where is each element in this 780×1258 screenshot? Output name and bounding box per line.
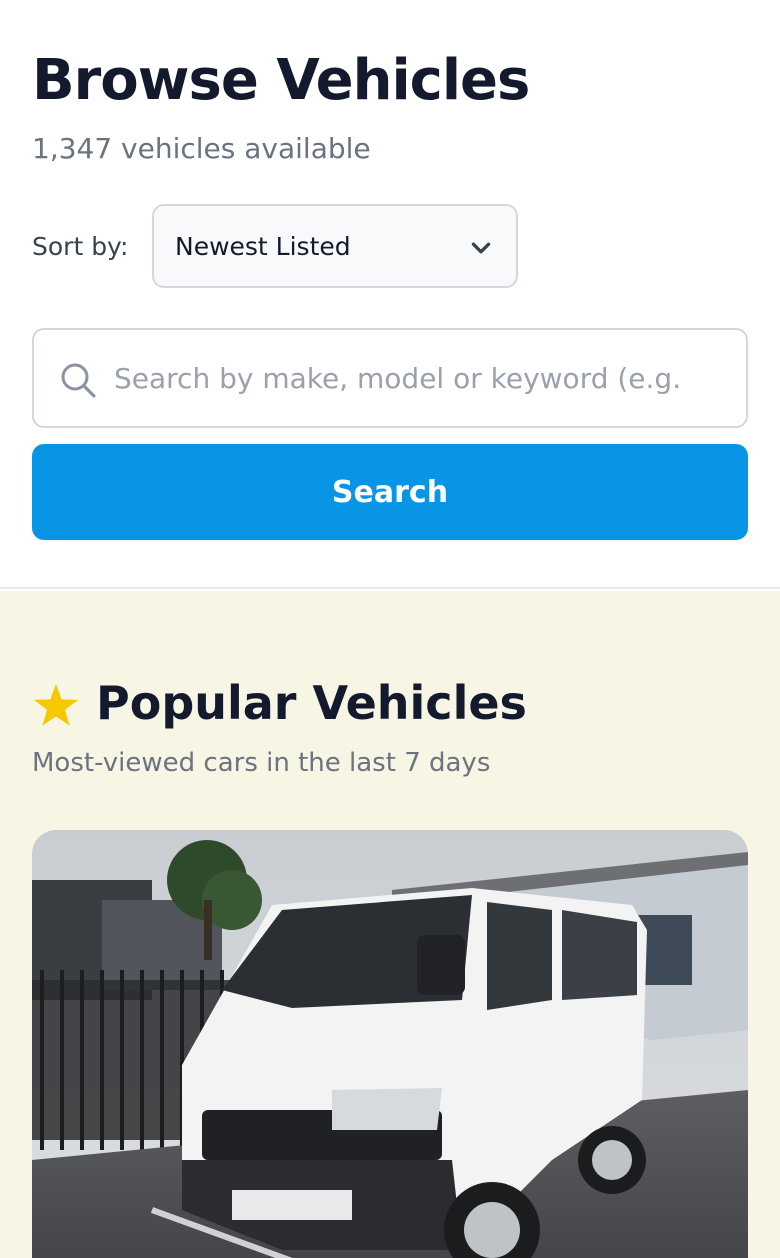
star-icon [34,684,78,726]
sort-select[interactable]: Newest Listed [152,204,518,288]
sort-selected-value: Newest Listed [175,231,351,261]
popular-vehicles-section: Popular Vehicles Most-viewed cars in the… [0,591,780,1258]
page-title: Browse Vehicles [32,48,530,113]
popular-subtitle: Most-viewed cars in the last 7 days [32,748,491,778]
chevron-down-icon [471,242,491,254]
popular-title: Popular Vehicles [96,676,527,730]
white-van-photo [32,830,748,1258]
search-box [32,328,748,428]
search-input[interactable] [114,332,734,424]
vehicle-card[interactable] [32,830,748,1258]
sort-label: Sort by: [32,232,129,261]
browse-header-section: Browse Vehicles 1,347 vehicles available… [0,0,780,589]
vehicle-count: 1,347 vehicles available [32,132,371,165]
search-icon [61,363,96,398]
search-button[interactable]: Search [32,444,748,540]
